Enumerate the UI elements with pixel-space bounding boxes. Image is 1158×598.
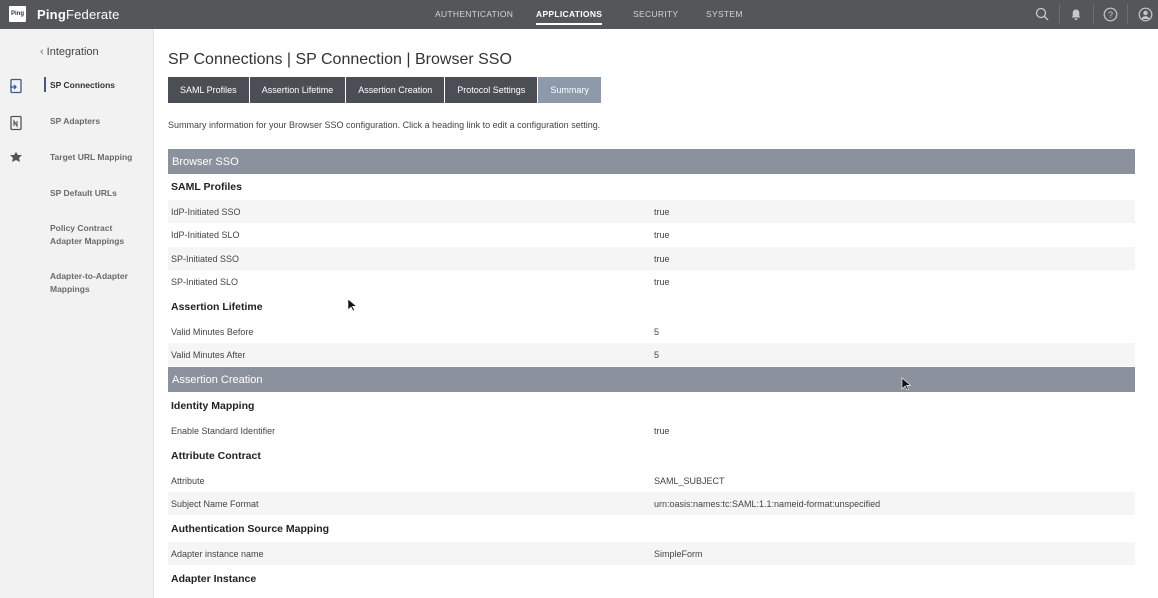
table-row: SP-Initiated SSO true [168, 247, 1135, 270]
row-value: 5 [654, 327, 660, 337]
row-value: true [654, 254, 670, 264]
sidebar-item-target-url-mapping[interactable]: Target URL Mapping [50, 151, 146, 164]
page-title: SP Connections | SP Connection | Browser… [168, 51, 512, 68]
section-header-browser-sso[interactable]: Browser SSO [168, 149, 1135, 174]
tab-saml-profiles[interactable]: SAML Profiles [168, 77, 249, 103]
tab-protocol-settings[interactable]: Protocol Settings [445, 77, 538, 103]
sp-connections-icon[interactable] [9, 78, 23, 94]
sidebar: ‹ Integration SP Connections SP Adapters … [32, 29, 154, 598]
brand-name-bold: Ping [37, 6, 66, 22]
divider [1093, 4, 1094, 24]
row-value: true [654, 230, 670, 240]
ping-logo[interactable]: Ping PingFederate [9, 6, 120, 22]
chevron-left-icon: ‹ [40, 46, 44, 58]
subheading-authentication-source-mapping[interactable]: Authentication Source Mapping [171, 523, 329, 535]
row-value: SimpleForm [654, 549, 703, 559]
topnav-system[interactable]: SYSTEM [706, 9, 743, 19]
row-key: SP-Initiated SSO [171, 254, 240, 264]
row-key: IdP-Initiated SSO [171, 207, 241, 217]
section-header-assertion-creation[interactable]: Assertion Creation [168, 367, 1135, 392]
topnav-security[interactable]: SECURITY [633, 9, 678, 19]
row-key: Attribute [171, 476, 205, 486]
table-row: Enable Standard Identifier true [168, 419, 1135, 442]
brand-name-rest: Federate [65, 6, 120, 22]
row-key: IdP-Initiated SLO [171, 230, 240, 240]
table-row: Attribute SAML_SUBJECT [168, 469, 1135, 492]
user-icon[interactable] [1137, 6, 1153, 22]
sidebar-item-sp-adapters[interactable]: SP Adapters [50, 115, 146, 128]
main-content: SP Connections | SP Connection | Browser… [168, 29, 1135, 598]
icon-rail [0, 29, 32, 598]
row-value: true [654, 277, 670, 287]
sidebar-item-adapter-to-adapter-mappings[interactable]: Adapter-to-Adapter Mappings [50, 270, 140, 295]
mouse-cursor-icon [347, 298, 357, 312]
top-bar: Ping PingFederate AUTHENTICATION APPLICA… [0, 0, 1158, 29]
help-icon[interactable]: ? [1102, 6, 1118, 22]
row-key: Valid Minutes After [171, 350, 246, 360]
back-link-label: Integration [46, 46, 99, 58]
logo-mark: Ping [9, 6, 26, 22]
sidebar-item-sp-default-urls[interactable]: SP Default URLs [50, 187, 146, 200]
subheading-assertion-lifetime[interactable]: Assertion Lifetime [171, 301, 263, 313]
sidebar-item-policy-contract-adapter-mappings[interactable]: Policy Contract Adapter Mappings [50, 222, 130, 247]
subheading-attribute-contract[interactable]: Attribute Contract [171, 450, 261, 462]
table-row: IdP-Initiated SSO true [168, 200, 1135, 223]
tab-bar: SAML Profiles Assertion Lifetime Asserti… [168, 77, 602, 103]
subheading-adapter-instance[interactable]: Adapter Instance [171, 573, 256, 585]
brand-name: PingFederate [37, 7, 120, 22]
row-value: true [654, 426, 670, 436]
tab-summary[interactable]: Summary [538, 77, 601, 103]
sidebar-item-sp-connections[interactable]: SP Connections [44, 77, 146, 92]
bell-icon[interactable] [1068, 6, 1084, 22]
mouse-cursor-icon [901, 377, 911, 391]
row-key: Adapter instance name [171, 549, 264, 559]
row-key: Enable Standard Identifier [171, 426, 276, 436]
row-value: urn:oasis:names:tc:SAML:1.1:nameid-forma… [654, 499, 881, 509]
svg-text:?: ? [1107, 10, 1112, 20]
topnav-applications[interactable]: APPLICATIONS [536, 9, 603, 25]
table-row: Subject Name Format urn:oasis:names:tc:S… [168, 492, 1135, 515]
tab-assertion-lifetime[interactable]: Assertion Lifetime [249, 77, 346, 103]
search-icon[interactable] [1034, 6, 1050, 22]
row-value: 5 [654, 350, 660, 360]
row-value: SAML_SUBJECT [654, 476, 725, 486]
table-row: Adapter instance name SimpleForm [168, 542, 1135, 565]
table-row: Valid Minutes After 5 [168, 343, 1135, 366]
table-row: SP-Initiated SLO true [168, 270, 1135, 293]
row-key: SP-Initiated SLO [171, 277, 239, 287]
row-key: Valid Minutes Before [171, 327, 254, 337]
subheading-saml-profiles[interactable]: SAML Profiles [171, 181, 242, 193]
intro-text: Summary information for your Browser SSO… [168, 120, 601, 130]
row-value: true [654, 207, 670, 217]
back-link-integration[interactable]: ‹ Integration [40, 46, 99, 58]
topnav-authentication[interactable]: AUTHENTICATION [435, 9, 513, 19]
tab-assertion-creation[interactable]: Assertion Creation [346, 77, 445, 103]
target-mapping-icon[interactable] [9, 151, 23, 165]
divider [1127, 4, 1128, 24]
table-row: IdP-Initiated SLO true [168, 223, 1135, 246]
subheading-identity-mapping[interactable]: Identity Mapping [171, 400, 254, 412]
sp-adapters-icon[interactable] [9, 115, 23, 131]
table-row: Valid Minutes Before 5 [168, 320, 1135, 343]
divider [1059, 4, 1060, 24]
row-key: Subject Name Format [171, 499, 259, 509]
